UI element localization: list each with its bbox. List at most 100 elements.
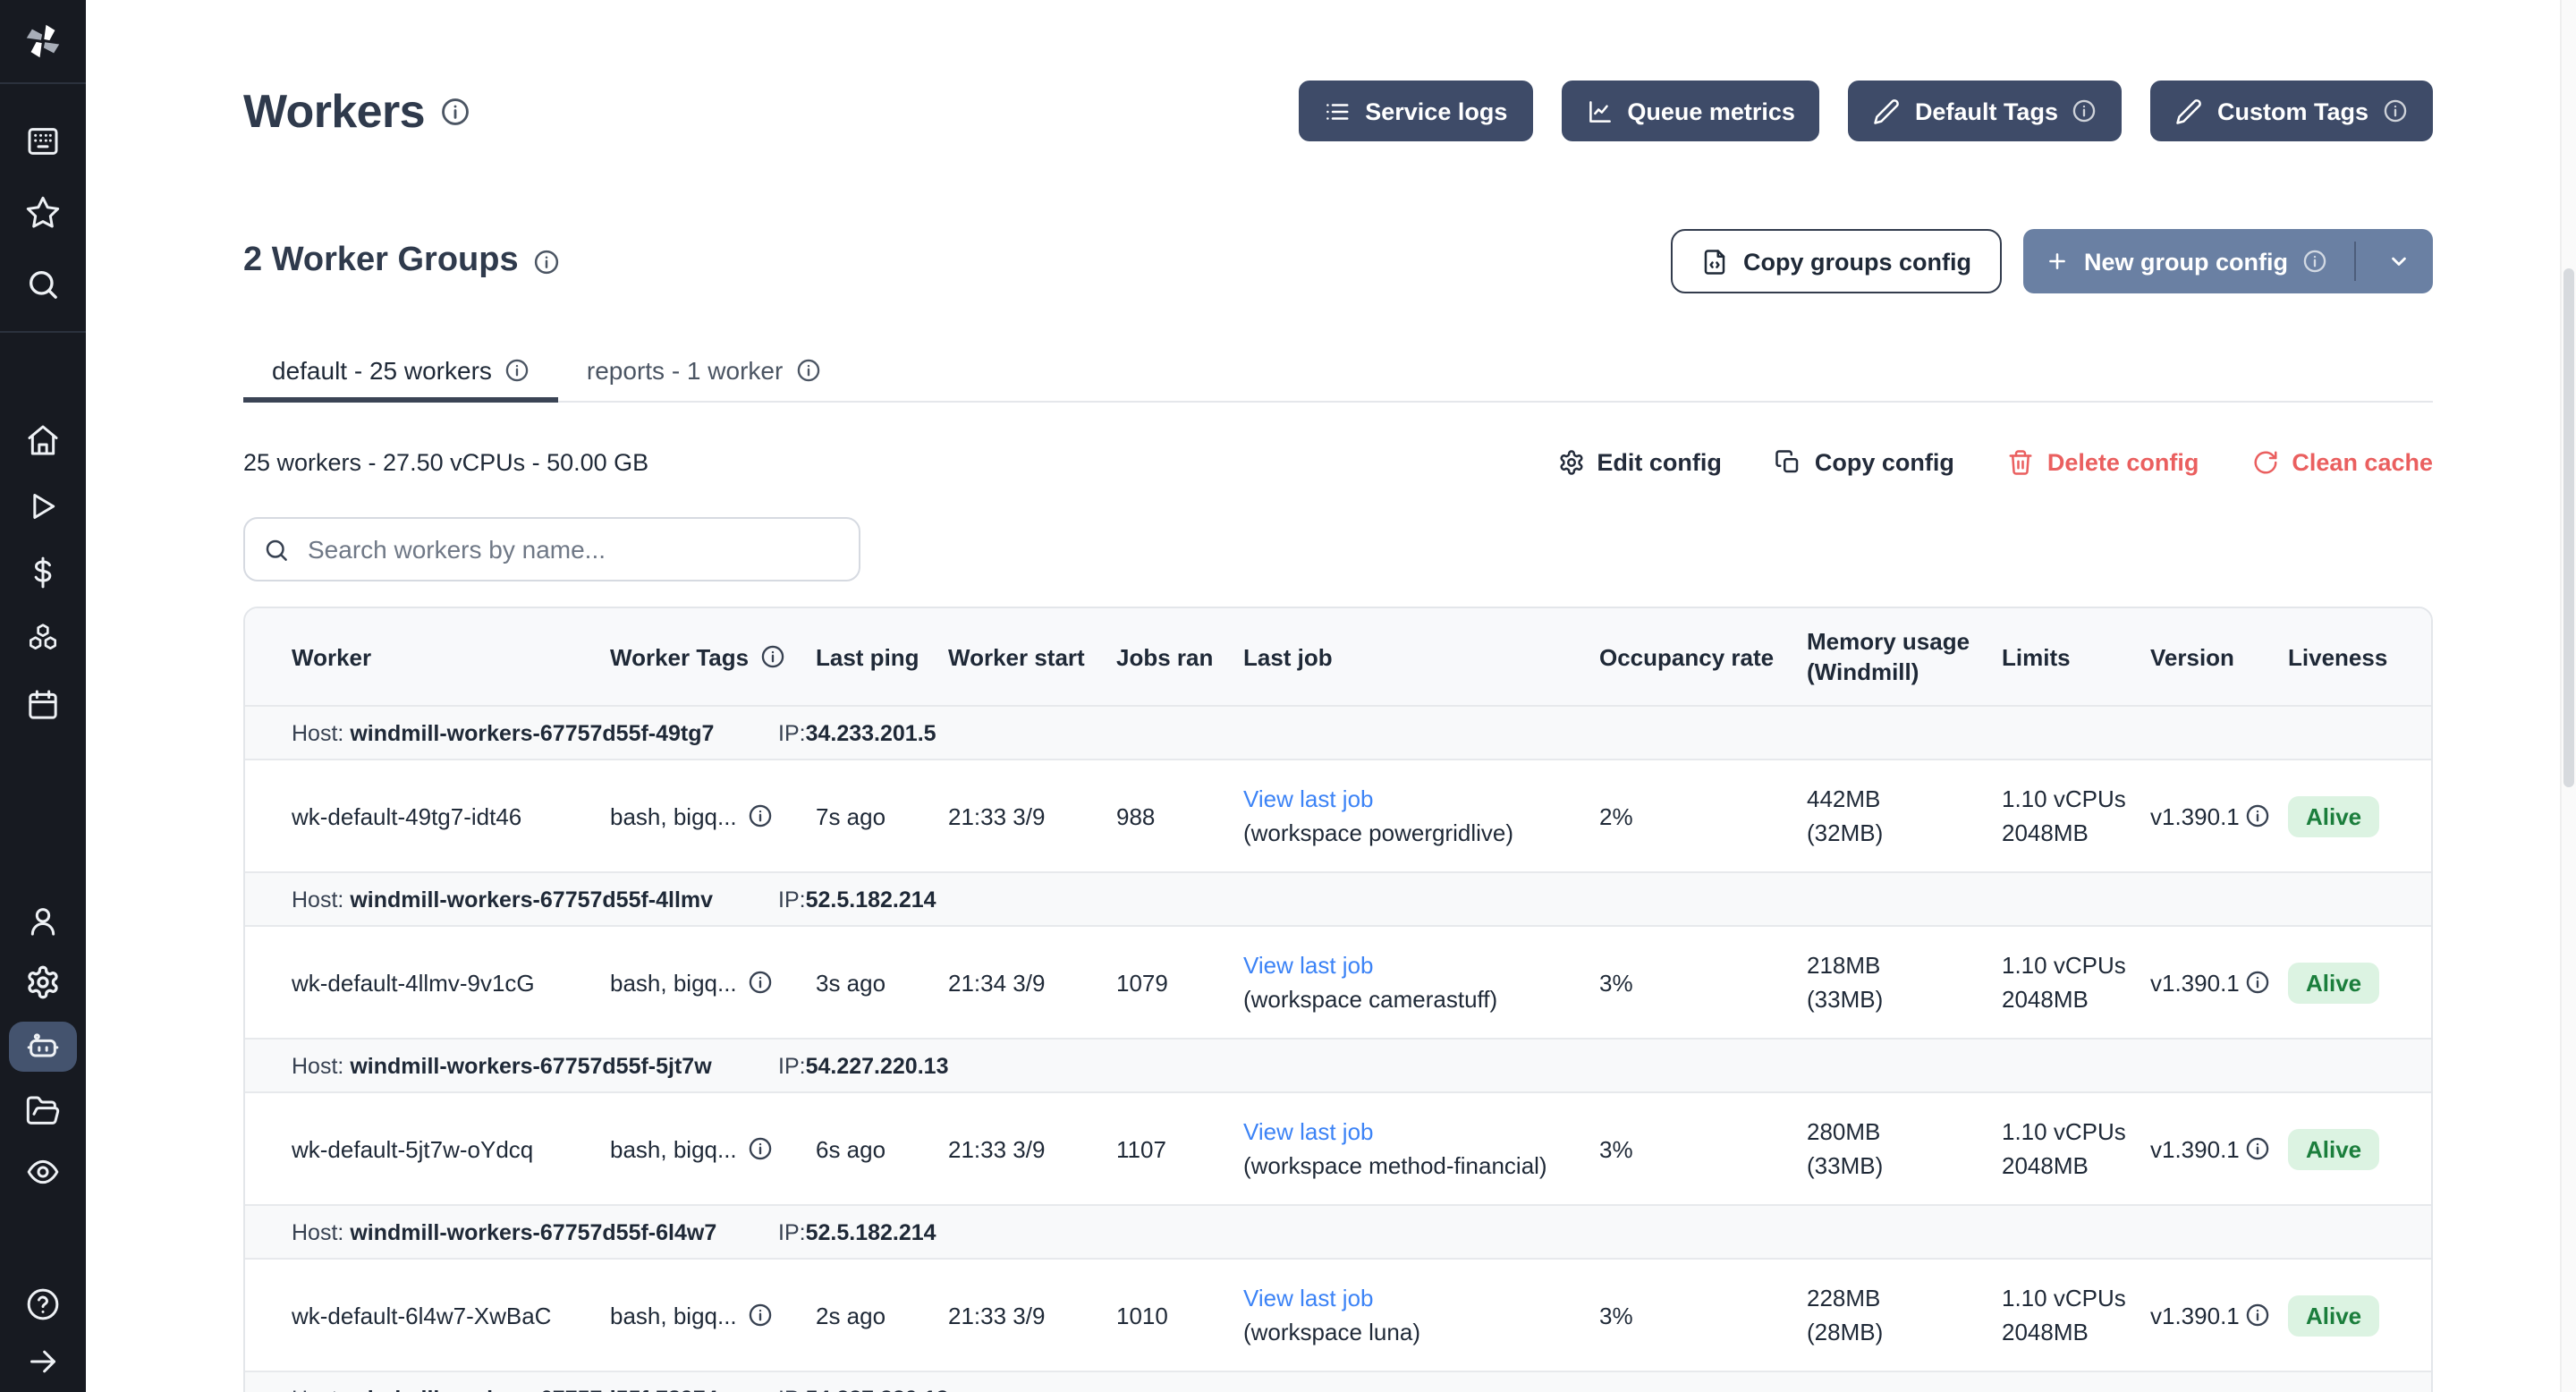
pen-icon — [2176, 98, 2203, 124]
sidebar-item-resources[interactable] — [9, 617, 77, 660]
view-last-job-link[interactable]: View last job — [1243, 784, 1585, 814]
sidebar-item-users[interactable] — [9, 900, 77, 943]
view-last-job-link[interactable]: View last job — [1243, 950, 1585, 980]
alive-badge: Alive — [2288, 1294, 2379, 1336]
worker-group-tabs: default - 25 workers reports - 1 worker — [243, 340, 2433, 403]
home-icon — [25, 422, 61, 458]
windmill-logo-icon[interactable] — [0, 0, 86, 82]
custom-tags-button[interactable]: Custom Tags — [2151, 81, 2433, 141]
info-icon[interactable] — [2245, 1303, 2270, 1328]
memory-usage: 228MB (28MB) — [1807, 1284, 2002, 1346]
copy-icon — [1775, 448, 1802, 475]
limits: 1.10 vCPUs 2048MB — [2002, 951, 2150, 1014]
sidebar-item-workers[interactable] — [9, 1022, 77, 1072]
last-job: View last job (workspace powergridlive) — [1243, 784, 1599, 848]
memory-usage: 280MB (33MB) — [1807, 1117, 2002, 1180]
sidebar-item-search[interactable] — [9, 263, 77, 306]
main-content: Workers Service logs Queue metrics Defau… — [86, 79, 2576, 1392]
tab-reports[interactable]: reports - 1 worker — [558, 340, 849, 401]
sidebar-item-usage[interactable] — [9, 551, 77, 594]
last-job: View last job (workspace camerastuff) — [1243, 950, 1599, 1014]
liveness: Alive — [2288, 962, 2402, 1003]
scrollbar-thumb[interactable] — [2563, 268, 2574, 787]
info-icon[interactable] — [2245, 803, 2270, 828]
liveness: Alive — [2288, 1128, 2402, 1169]
host-ip: 52.5.182.214 — [806, 1219, 936, 1244]
sidebar-item-schedules[interactable] — [9, 683, 77, 726]
search-icon — [263, 536, 290, 563]
info-icon[interactable] — [2245, 970, 2270, 995]
info-icon[interactable] — [441, 96, 471, 126]
default-tags-button[interactable]: Default Tags — [1849, 81, 2123, 141]
host-name: windmill-workers-67757d55f-49tg7 — [350, 720, 714, 745]
occupancy-rate: 2% — [1599, 802, 1807, 829]
plus-icon — [2045, 249, 2070, 274]
edit-config-button[interactable]: Edit config — [1557, 448, 1722, 475]
cubes-icon — [25, 621, 61, 657]
host-row: Host: windmill-workers-67757d55f-5jt7w I… — [245, 1038, 2431, 1093]
col-header-jobs-ran: Jobs ran — [1116, 643, 1243, 670]
search-icon — [25, 267, 61, 302]
last-job-workspace: (workspace luna) — [1243, 1317, 1585, 1347]
header-actions: Service logs Queue metrics Default Tags … — [1299, 81, 2433, 141]
sidebar-item-apps[interactable] — [9, 120, 77, 163]
occupancy-rate: 3% — [1599, 1302, 1807, 1328]
col-header-limits: Limits — [2002, 643, 2150, 670]
worker-start: 21:33 3/9 — [948, 802, 1116, 829]
col-header-memory-usage-windmill: Memory usage (Windmill) — [1807, 626, 2002, 687]
worker-row: wk-default-6l4w7-XwBaC bash, bigq... 2s … — [245, 1260, 2431, 1371]
host-name: windmill-workers-67757d55f-5jt7w — [350, 1053, 711, 1078]
sidebar-item-help[interactable] — [9, 1283, 77, 1326]
new-group-config-button[interactable]: New group config — [2023, 229, 2433, 293]
info-icon[interactable] — [759, 644, 784, 669]
info-icon — [795, 358, 820, 383]
list-icon — [1324, 98, 1351, 124]
col-header-last-ping: Last ping — [816, 643, 948, 670]
sidebar-item-folders[interactable] — [9, 1090, 77, 1133]
last-job: View last job (workspace luna) — [1243, 1283, 1599, 1347]
delete-config-button[interactable]: Delete config — [2008, 448, 2199, 475]
gear-icon — [25, 964, 61, 1000]
info-icon[interactable] — [533, 248, 560, 275]
service-logs-button[interactable]: Service logs — [1299, 81, 1532, 141]
info-icon[interactable] — [748, 970, 773, 995]
occupancy-rate: 3% — [1599, 1135, 1807, 1162]
memory-usage: 218MB (33MB) — [1807, 951, 2002, 1014]
host-row: Host: windmill-workers-67757d55f-6l4w7 I… — [245, 1204, 2431, 1260]
page-title: Workers — [243, 83, 425, 139]
view-last-job-link[interactable]: View last job — [1243, 1116, 1585, 1147]
info-icon — [2302, 249, 2327, 274]
info-icon[interactable] — [2245, 1136, 2270, 1161]
refresh-icon — [2252, 448, 2279, 475]
sidebar-item-runs[interactable] — [9, 485, 77, 528]
play-icon — [25, 488, 61, 524]
info-icon[interactable] — [748, 803, 773, 828]
sidebar-expand-button[interactable] — [9, 1340, 77, 1383]
sidebar-item-home[interactable] — [9, 419, 77, 462]
sidebar-top-group — [0, 84, 86, 306]
info-icon[interactable] — [748, 1303, 773, 1328]
clean-cache-button[interactable]: Clean cache — [2252, 448, 2433, 475]
sidebar-lower-group — [0, 900, 86, 1193]
copy-config-button[interactable]: Copy config — [1775, 448, 1954, 475]
info-icon — [504, 358, 530, 383]
search-input[interactable] — [304, 533, 841, 565]
last-job-workspace: (workspace powergridlive) — [1243, 818, 1585, 848]
chevron-down-icon[interactable] — [2386, 249, 2411, 274]
queue-metrics-button[interactable]: Queue metrics — [1561, 81, 1820, 141]
config-actions: Edit config Copy config Delete config Cl… — [1557, 448, 2433, 475]
user-icon — [25, 904, 61, 939]
sidebar-item-favorites[interactable] — [9, 191, 77, 234]
info-icon[interactable] — [748, 1136, 773, 1161]
jobs-ran: 1079 — [1116, 969, 1243, 996]
view-last-job-link[interactable]: View last job — [1243, 1283, 1585, 1313]
worker-tags: bash, bigq... — [610, 1135, 816, 1162]
last-job-workspace: (workspace camerastuff) — [1243, 984, 1585, 1014]
sidebar-item-settings[interactable] — [9, 961, 77, 1004]
host-ip: 54.227.220.13 — [806, 1386, 949, 1392]
host-row: Host: windmill-workers-67757d55f-4llmv I… — [245, 871, 2431, 927]
copy-groups-config-button[interactable]: Copy groups config — [1670, 229, 2002, 293]
worker-name: wk-default-5jt7w-oYdcq — [292, 1135, 610, 1162]
tab-default[interactable]: default - 25 workers — [243, 340, 558, 401]
sidebar-item-audit-logs[interactable] — [9, 1150, 77, 1193]
